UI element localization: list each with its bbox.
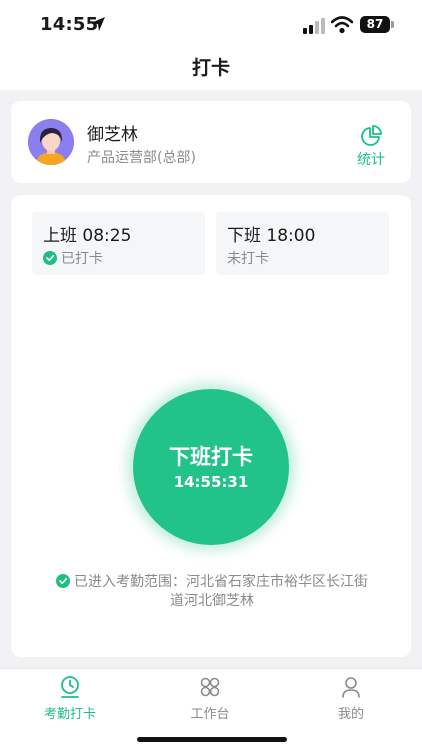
attendance-clock-icon xyxy=(61,676,79,698)
check-icon xyxy=(56,574,70,588)
check-icon xyxy=(43,251,57,265)
title-bar: 打卡 xyxy=(0,50,422,90)
tab-mine[interactable]: 我的 xyxy=(311,675,391,722)
attendance-range-notice: 已进入考勤范围：河北省石家庄市裕华区长江街道河北御芝林 xyxy=(51,573,373,611)
battery-indicator: 87 xyxy=(360,16,394,33)
tab-attendance-label: 考勤打卡 xyxy=(43,707,96,722)
home-indicator xyxy=(137,737,287,742)
punch-label: 下班打卡 xyxy=(169,445,253,469)
status-bar: 14:55 87 xyxy=(0,0,422,50)
punch-time: 14:55:31 xyxy=(173,473,249,491)
wifi-icon xyxy=(331,16,353,34)
signal-icon xyxy=(303,18,325,34)
shift-off-duty: 下班 18:00 未打卡 xyxy=(216,212,389,275)
attendance-range-text: 已进入考勤范围：河北省石家庄市裕华区长江街道河北御芝林 xyxy=(74,574,368,609)
stats-button[interactable]: 统计 xyxy=(351,125,391,168)
avatar[interactable] xyxy=(28,119,74,165)
location-arrow-icon xyxy=(91,17,105,31)
avatar-image xyxy=(28,119,74,165)
shift-off-status: 未打卡 xyxy=(227,251,269,267)
punch-button[interactable]: 下班打卡 14:55:31 xyxy=(133,389,289,545)
shift-on-duty: 上班 08:25 已打卡 xyxy=(32,212,205,275)
punch-card: 上班 08:25 已打卡 下班 18:00 未打卡 下班打卡 14:55:31 … xyxy=(11,195,411,657)
pie-chart-icon xyxy=(361,125,382,146)
user-icon xyxy=(342,677,360,698)
stats-label: 统计 xyxy=(357,152,385,168)
user-card: 御芝林 产品运营部(总部) 统计 xyxy=(11,101,411,183)
shift-on-status: 已打卡 xyxy=(43,248,103,268)
tab-attendance[interactable]: 考勤打卡 xyxy=(30,675,110,722)
shift-on-time: 上班 08:25 xyxy=(43,226,132,246)
shift-off-time: 下班 18:00 xyxy=(227,226,316,246)
shift-on-status-label: 已打卡 xyxy=(61,251,103,267)
user-department: 产品运营部(总部) xyxy=(87,150,196,166)
tab-workbench[interactable]: 工作台 xyxy=(170,675,250,722)
user-name: 御芝林 xyxy=(87,125,138,145)
workbench-icon xyxy=(200,677,220,697)
page-title: 打卡 xyxy=(191,57,230,79)
tab-workbench-label: 工作台 xyxy=(190,707,230,722)
tab-mine-label: 我的 xyxy=(337,707,364,722)
